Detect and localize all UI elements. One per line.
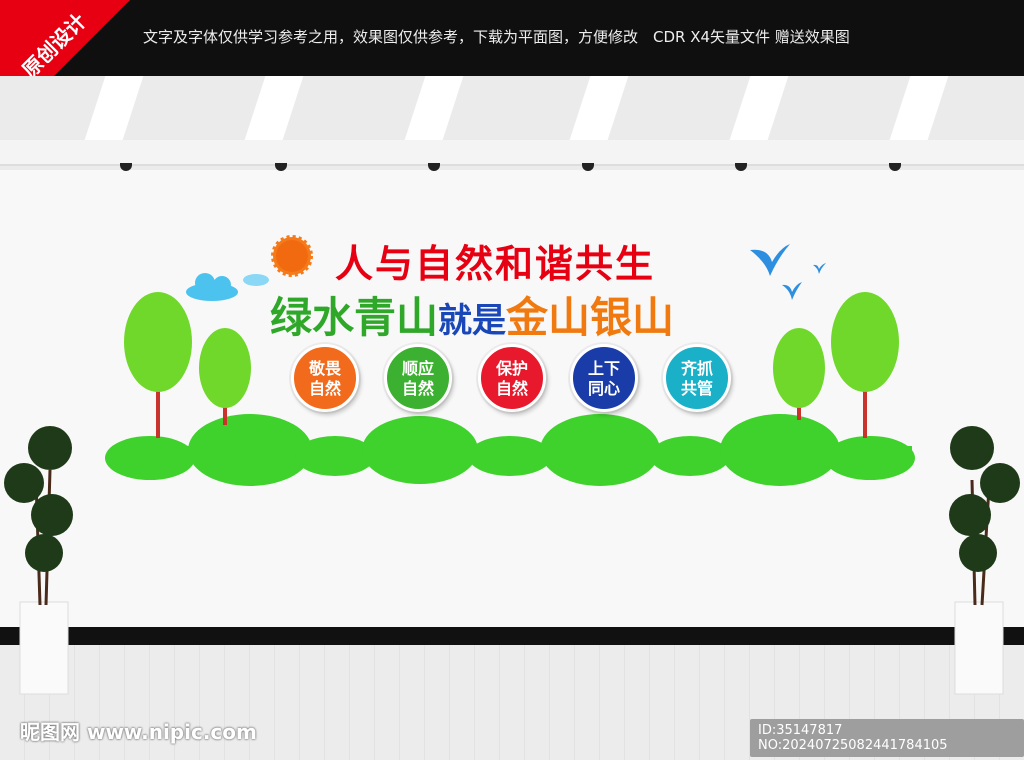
- title-part-3: 金山银山: [506, 293, 675, 342]
- badge-line: 敬畏: [308, 359, 341, 378]
- title-line-1: 人与自然和谐共生: [335, 242, 656, 286]
- badge-line: 自然: [308, 379, 341, 398]
- badge-line: 顺应: [401, 359, 434, 378]
- circle-badge: 敬畏 自然: [291, 344, 359, 412]
- circle-badge: 顺应 自然: [384, 344, 452, 412]
- badge-line: 齐抓: [680, 359, 713, 378]
- sun-icon: [271, 235, 313, 277]
- title-part-1: 绿水青山: [270, 293, 439, 342]
- tree-icon: [831, 292, 899, 438]
- badge-line: 自然: [495, 379, 528, 398]
- watermark: 昵图网 www.nipic.com: [20, 720, 257, 744]
- badge-line: 同心: [587, 379, 620, 398]
- circle-badge: 上下 同心: [570, 344, 638, 412]
- circle-badge: 齐抓 共管: [663, 344, 731, 412]
- potted-plant-right: [949, 426, 1020, 695]
- badge-line: 自然: [401, 379, 434, 398]
- tree-icon: [124, 292, 192, 438]
- circle-badge: 保护 自然: [478, 344, 546, 412]
- badge-line: 共管: [680, 379, 713, 398]
- title-part-2: 就是: [438, 301, 507, 341]
- tree-icon: [773, 328, 825, 420]
- tree-icon: [199, 328, 251, 425]
- badge-line: 保护: [495, 359, 528, 378]
- cloud-icon: [186, 273, 269, 301]
- title-line-2: 绿水青山就是金山银山: [270, 284, 674, 345]
- bird-icon: [750, 244, 826, 300]
- id-label: ID:35147817 NO:20240725082441784105: [750, 719, 1024, 757]
- potted-plant-left: [4, 426, 73, 695]
- badge-line: 上下: [587, 359, 620, 378]
